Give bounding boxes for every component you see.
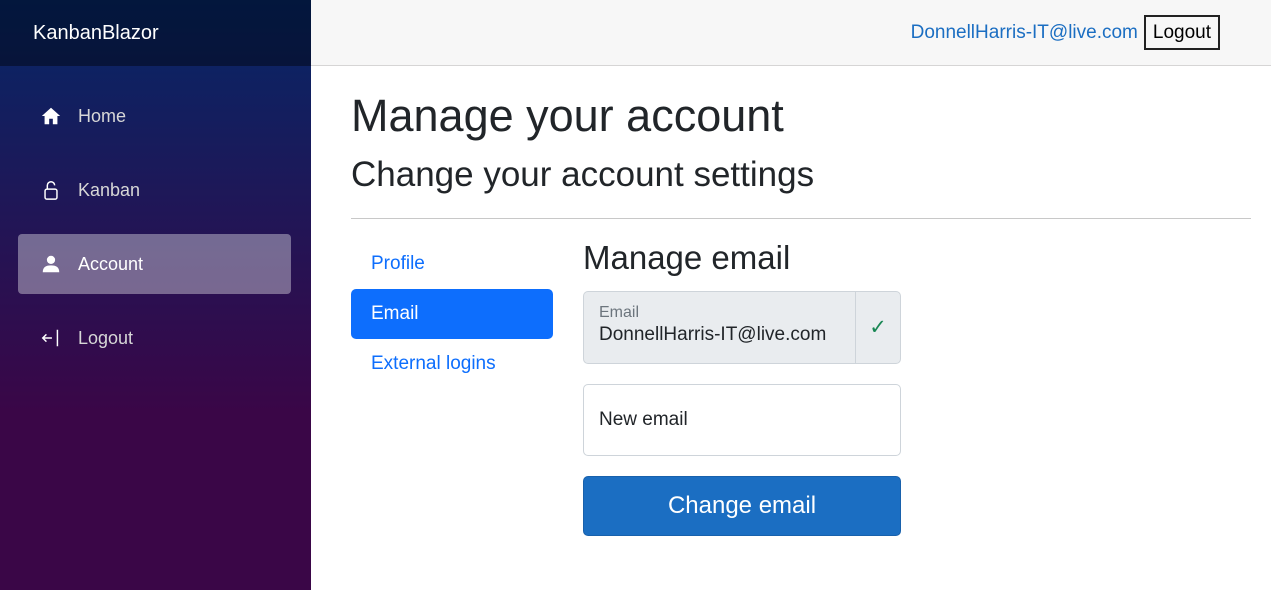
sidebar-item-label: Logout [78, 327, 134, 348]
account-subnav: Profile Email External logins [351, 239, 553, 536]
sidebar-item-label: Home [78, 105, 127, 126]
person-icon [38, 251, 64, 277]
page-title: Manage your account [351, 90, 784, 141]
sidebar-nav: Home Kanban Account Logout [0, 66, 311, 368]
page-subtitle: Change your account settings [351, 155, 815, 194]
home-icon [38, 103, 64, 129]
logout-button[interactable]: Logout [1143, 15, 1220, 50]
lock-icon [38, 177, 64, 203]
email-value: DonnellHarris-IT@live.com [599, 324, 827, 345]
sidebar-item-logout[interactable]: Logout [18, 308, 291, 368]
sidebar-item-kanban[interactable]: Kanban [18, 160, 291, 220]
divider [351, 218, 1251, 219]
sidebar-item-home[interactable]: Home [18, 86, 291, 146]
account-content: Profile Email External logins Manage ema… [351, 239, 1251, 536]
current-email-field: Email DonnellHarris-IT@live.com [583, 291, 855, 364]
subnav-item-email[interactable]: Email [351, 289, 553, 339]
subnav-item-external-logins[interactable]: External logins [351, 339, 553, 389]
main-content: Manage your account Change your account … [351, 66, 1251, 536]
sidebar-item-account[interactable]: Account [18, 234, 291, 294]
user-email-link[interactable]: DonnellHarris-IT@live.com [911, 22, 1138, 44]
subnav-item-profile[interactable]: Profile [351, 239, 553, 289]
email-form: Manage email Email DonnellHarris-IT@live… [583, 239, 901, 536]
section-title: Manage email [583, 239, 791, 276]
current-email-group: Email DonnellHarris-IT@live.com ✓ [583, 291, 901, 364]
new-email-input[interactable] [583, 384, 901, 456]
email-label: Email [599, 304, 640, 321]
brand-link[interactable]: KanbanBlazor [33, 22, 159, 45]
sidebar-item-label: Account [78, 253, 144, 274]
change-email-button[interactable]: Change email [583, 476, 901, 536]
verified-check-icon: ✓ [855, 291, 901, 364]
logout-icon [38, 325, 64, 351]
brand-bar: KanbanBlazor [0, 0, 311, 66]
sidebar-item-label: Kanban [78, 179, 141, 200]
sidebar: KanbanBlazor Home Kanban Account Logout [0, 0, 311, 590]
top-bar: DonnellHarris-IT@live.com Logout [311, 0, 1271, 66]
